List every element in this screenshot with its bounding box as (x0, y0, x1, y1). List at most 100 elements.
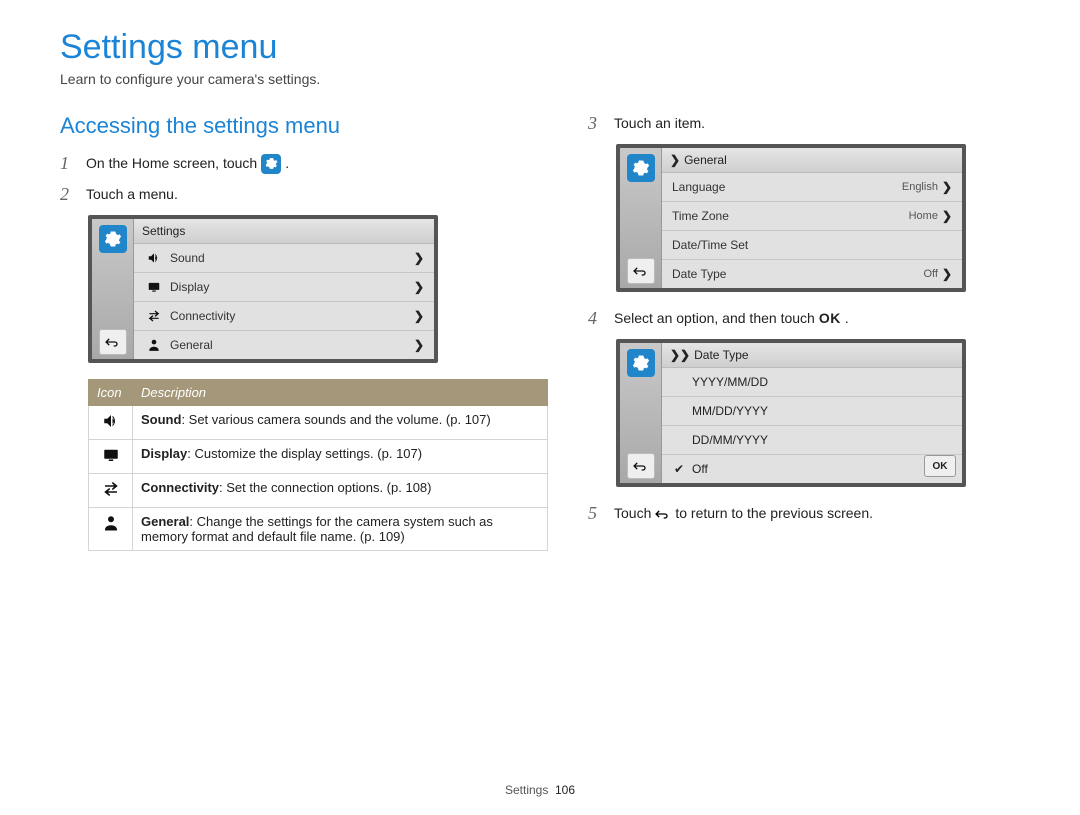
desc-term: Sound (141, 412, 181, 427)
settings-row-sound[interactable]: Sound ❯ (134, 244, 434, 273)
option-off[interactable]: ✔ Off (662, 455, 962, 483)
back-button[interactable] (627, 453, 655, 479)
footer-page-number: 106 (555, 783, 575, 797)
settings-row-connectivity[interactable]: Connectivity ❯ (134, 302, 434, 331)
step-3: 3 Touch an item. (588, 113, 1020, 134)
chevron-double-right-icon: ❯❯ (670, 348, 690, 362)
desc-text: : Change the settings for the camera sys… (141, 514, 493, 544)
step-1: 1 On the Home screen, touch . (60, 153, 548, 174)
general-icon (89, 508, 133, 551)
settings-row-display[interactable]: Display ❯ (134, 273, 434, 302)
ok-icon: OK (819, 309, 841, 329)
chevron-right-icon: ❯ (414, 251, 424, 265)
step-4: 4 Select an option, and then touch OK. (588, 308, 1020, 329)
row-label: Connectivity (170, 309, 414, 323)
row-value: Off (923, 268, 937, 280)
general-row-timezone[interactable]: Time Zone Home ❯ (662, 202, 962, 231)
table-row: Connectivity: Set the connection options… (89, 474, 548, 508)
footer-section: Settings (505, 783, 548, 797)
chevron-right-icon: ❯ (942, 209, 952, 223)
camera-screen-general: ❯ General Language English ❯ Time Zone H… (616, 144, 966, 292)
row-value: Home (909, 210, 938, 222)
page-footer: Settings 106 (0, 783, 1080, 797)
general-row-datetime[interactable]: Date/Time Set (662, 231, 962, 260)
screen-breadcrumb: ❯ General (662, 148, 962, 173)
chevron-right-icon: ❯ (414, 309, 424, 323)
chevron-right-icon: ❯ (942, 267, 952, 281)
display-icon (89, 440, 133, 474)
row-value: English (902, 181, 938, 193)
desc-text: : Set various camera sounds and the volu… (181, 412, 490, 427)
connectivity-icon (89, 474, 133, 508)
option-label: Off (692, 462, 708, 476)
camera-screen-datetype: ❯❯ Date Type YYYY/MM/DD MM/DD/YYYY DD/MM… (616, 339, 966, 487)
desc-term: Display (141, 446, 187, 461)
chevron-right-icon: ❯ (414, 280, 424, 294)
gear-icon (627, 349, 655, 377)
general-row-language[interactable]: Language English ❯ (662, 173, 962, 202)
screen-breadcrumb: ❯❯ Date Type (662, 343, 962, 368)
gear-icon (627, 154, 655, 182)
step-number: 3 (588, 113, 606, 134)
display-icon (144, 280, 164, 294)
option-label: MM/DD/YYYY (692, 404, 768, 418)
desc-term: General (141, 514, 189, 529)
row-label: Language (672, 180, 902, 194)
option-label: YYYY/MM/DD (692, 375, 768, 389)
step-number: 1 (60, 153, 78, 174)
settings-row-general[interactable]: General ❯ (134, 331, 434, 359)
step-number: 4 (588, 308, 606, 329)
option-ddmmyyyy[interactable]: DD/MM/YYYY (662, 426, 962, 455)
breadcrumb-label: Date Type (694, 348, 748, 362)
connectivity-icon (144, 309, 164, 323)
step-2: 2 Touch a menu. (60, 184, 548, 205)
row-label: General (170, 338, 414, 352)
row-label: Display (170, 280, 414, 294)
breadcrumb-label: General (684, 153, 727, 167)
option-mmddyyyy[interactable]: MM/DD/YYYY (662, 397, 962, 426)
back-button[interactable] (627, 258, 655, 284)
desc-text: : Set the connection options. (p. 108) (219, 480, 431, 495)
ok-button[interactable]: OK (924, 455, 956, 477)
step-1-text-pre: On the Home screen, touch (86, 154, 257, 174)
settings-app-icon (261, 154, 281, 174)
camera-screen-settings: Settings Sound ❯ Display ❯ Connectivity (88, 215, 438, 363)
row-label: Time Zone (672, 209, 909, 223)
step-2-text: Touch a menu. (86, 185, 548, 205)
table-row: Display: Customize the display settings.… (89, 440, 548, 474)
page-intro: Learn to configure your camera's setting… (60, 71, 1020, 87)
chevron-right-icon: ❯ (670, 153, 680, 167)
row-label: Sound (170, 251, 414, 265)
row-label: Date/Time Set (672, 238, 952, 252)
step-4-text-post: . (845, 309, 849, 329)
sound-icon (144, 251, 164, 265)
step-5-text-pre: Touch (614, 504, 651, 524)
gear-icon (99, 225, 127, 253)
option-label: DD/MM/YYYY (692, 433, 768, 447)
desc-text: : Customize the display settings. (p. 10… (187, 446, 422, 461)
general-row-datetype[interactable]: Date Type Off ❯ (662, 260, 962, 288)
chevron-right-icon: ❯ (414, 338, 424, 352)
table-row: Sound: Set various camera sounds and the… (89, 406, 548, 440)
back-button[interactable] (99, 329, 127, 355)
back-icon (655, 506, 671, 522)
table-row: General: Change the settings for the cam… (89, 508, 548, 551)
sound-icon (89, 406, 133, 440)
row-label: Date Type (672, 267, 923, 281)
icon-description-table: Icon Description Sound: Set various came… (88, 379, 548, 551)
section-heading: Accessing the settings menu (60, 113, 548, 139)
screen-title: Settings (134, 219, 434, 244)
general-icon (144, 338, 164, 352)
step-5: 5 Touch to return to the previous screen… (588, 503, 1020, 524)
step-number: 5 (588, 503, 606, 524)
step-3-text: Touch an item. (614, 114, 1020, 134)
step-number: 2 (60, 184, 78, 205)
step-1-text-post: . (285, 154, 289, 174)
option-yyyymmdd[interactable]: YYYY/MM/DD (662, 368, 962, 397)
table-header-description: Description (133, 380, 548, 406)
page-title: Settings menu (60, 28, 1020, 67)
desc-term: Connectivity (141, 480, 219, 495)
step-4-text-pre: Select an option, and then touch (614, 309, 815, 329)
chevron-right-icon: ❯ (942, 180, 952, 194)
table-header-icon: Icon (89, 380, 133, 406)
